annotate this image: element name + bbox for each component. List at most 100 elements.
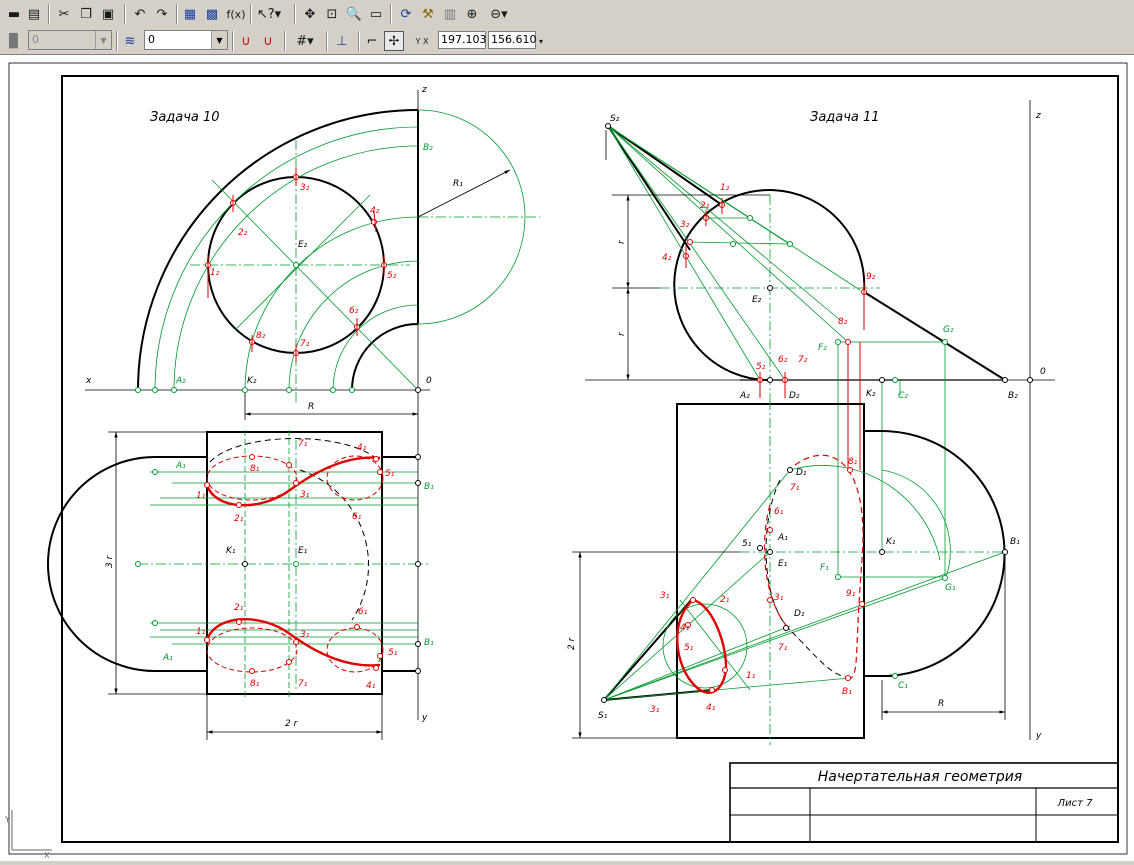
label-plan-2: 2₁ (720, 595, 730, 605)
measure-icon[interactable]: ⚒ (418, 4, 438, 24)
snap-magnet-icon[interactable]: ∪ (236, 31, 256, 51)
zoom-in-icon[interactable]: ⊕ (462, 4, 482, 24)
dim-r-right: R (938, 699, 944, 709)
grid-icon[interactable]: #▾ (290, 31, 320, 51)
label-plan-9: 9₁ (846, 589, 856, 599)
label-p1: 1₂ (210, 268, 220, 278)
label-plan-3: 3₁ (660, 591, 670, 601)
layers-icon[interactable]: ≋ (120, 31, 140, 51)
label-plan-1: 1₁ (746, 671, 756, 681)
label-plan-2b: 4₁ (706, 703, 716, 713)
toolbar-separator (48, 4, 50, 24)
copy-icon[interactable]: ❐ (76, 4, 96, 24)
pan-icon[interactable]: ✥ (300, 4, 320, 24)
label-k1-left: K₁ (226, 546, 236, 556)
label-t6a: 6₁ (352, 512, 362, 522)
label-p6: 6₂ (349, 306, 359, 316)
task-11-title: Задача 11 (810, 110, 880, 125)
label-plan-5: 5₁ (684, 643, 694, 653)
label-a1a: A₁ (175, 461, 186, 471)
label-s1: S₁ (598, 711, 608, 721)
label-t6b: 6₁ (358, 607, 368, 617)
print-icon[interactable]: ▬ (4, 4, 24, 24)
layer-value: 0 (32, 33, 39, 46)
state-icon: ▉ (9, 33, 19, 49)
label-q-7-2: 7₂ (798, 355, 808, 365)
label-p4: 4₂ (370, 206, 380, 216)
style-combo[interactable]: 0 ▼ (144, 30, 228, 50)
axis-x: x (85, 376, 92, 386)
paste-icon[interactable]: ▣ (98, 4, 118, 24)
print-preview-icon[interactable]: ▤ (24, 4, 44, 24)
title-block-sheet: Лист 7 (1057, 798, 1094, 809)
drawing-canvas[interactable]: Начертательная геометрия Лист 7 Задача 1… (0, 55, 1134, 861)
label-b2-left: B₂ (423, 143, 433, 153)
label-t3b: 3₁ (300, 630, 310, 640)
label-a1-right: A₁ (777, 533, 788, 543)
dim-r: R (308, 402, 314, 412)
label-p3: 3₂ (300, 183, 310, 193)
label-q-5-2: 5₂ (756, 362, 766, 372)
radius-r1-arrow (417, 169, 511, 218)
drawing-sheet: Начертательная геометрия Лист 7 Задача 1… (4, 62, 1128, 860)
label-q-8-2: 8₂ (838, 317, 848, 327)
chevron-down-icon[interactable]: ▼ (95, 31, 111, 49)
coordinate-system-icon[interactable]: ⊥ (332, 31, 352, 51)
manager-icon[interactable]: ▦ (180, 4, 200, 24)
task10-plan-curves (205, 456, 381, 667)
label-a1b: A₁ (162, 653, 173, 663)
label-t8a: 8₁ (250, 464, 260, 474)
label-d2: D₂ (789, 391, 800, 401)
task11-axes (585, 100, 1055, 740)
label-t7a: 7₁ (298, 439, 308, 449)
style-value: 0 (148, 33, 155, 46)
label-b2-right: B₂ (1008, 391, 1018, 401)
show-all-icon[interactable]: ▭ (366, 4, 386, 24)
dim-r-upper: r (617, 239, 627, 244)
label-p5: 5₂ (387, 271, 397, 281)
label-s2: S₂ (610, 114, 620, 124)
label-plan-7b: 7₁ (778, 643, 788, 653)
zoom-icon[interactable]: 🔍 (344, 4, 364, 24)
svg-text:Y: Y (4, 815, 10, 824)
zoom-window-icon[interactable]: ⊡ (322, 4, 342, 24)
label-c2: C₂ (898, 391, 908, 401)
task-10-title: Задача 10 (150, 110, 220, 125)
properties-icon[interactable]: ▥ (440, 4, 460, 24)
label-f1: F₁ (820, 563, 829, 573)
toolbar-separator (124, 4, 126, 24)
label-t2b: 2₁ (234, 603, 244, 613)
label-a2-left: A₂ (175, 376, 186, 386)
svg-text:X: X (44, 851, 50, 860)
regenerate-icon[interactable]: ⟳ (396, 4, 416, 24)
coord-y-field[interactable]: 156.610 (488, 31, 537, 49)
library-icon[interactable]: ▩ (202, 4, 222, 24)
axis-z-right: z (1035, 111, 1041, 121)
label-t5b: 5₁ (388, 648, 398, 658)
coord-x-field[interactable]: 197.103 (438, 31, 487, 49)
task11-plan-view (603, 403, 1006, 739)
layer-combo[interactable]: 0 ▼ (28, 30, 112, 50)
label-e2-right: E₂ (752, 295, 762, 305)
origin-right: 0 (1040, 367, 1046, 377)
help-pointer-icon[interactable]: ↖?▾ (254, 4, 284, 24)
ortho-icon[interactable]: ⌐ (362, 31, 382, 51)
axis-y-right: y (1035, 731, 1042, 741)
task10-construction-front (154, 109, 540, 405)
redo-icon[interactable]: ↷ (152, 4, 172, 24)
undo-icon[interactable]: ↶ (130, 4, 150, 24)
snap-magnet-2-icon[interactable]: ∪ (258, 31, 278, 51)
local-cs-icon[interactable]: ✢ (384, 31, 404, 51)
label-f2: F₂ (818, 343, 827, 353)
label-k2-right: K₂ (866, 389, 876, 399)
zoom-out-icon[interactable]: ⊖▾ (484, 4, 514, 24)
cut-icon[interactable]: ✂ (54, 4, 74, 24)
label-k2-left: K₂ (247, 376, 257, 386)
label-plan-7: 7₁ (790, 483, 800, 493)
label-q-6-2: 6₂ (778, 355, 788, 365)
variables-button[interactable]: f(x) (224, 4, 248, 24)
chevron-down-icon[interactable]: ▼ (211, 31, 227, 49)
chevron-down-icon[interactable]: ▾ (536, 31, 546, 51)
label-t8b: 8₁ (250, 679, 260, 689)
label-d1a: D₁ (796, 468, 807, 478)
